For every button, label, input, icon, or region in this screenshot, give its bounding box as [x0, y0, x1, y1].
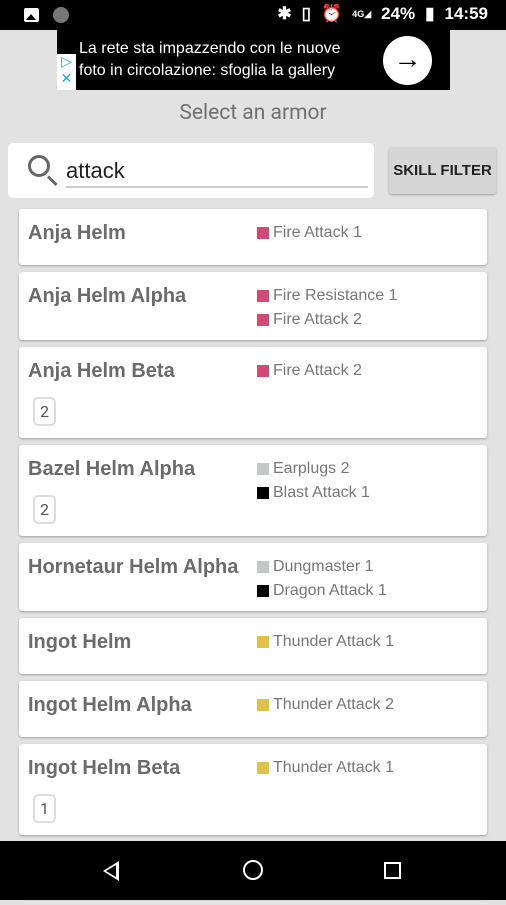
- skill-label: Blast Attack 1: [273, 484, 370, 501]
- search-box: [8, 143, 374, 198]
- skill-label: Thunder Attack 2: [273, 696, 394, 713]
- skill-color-swatch: [257, 487, 269, 499]
- skill-list: Fire Attack 2: [257, 359, 362, 383]
- recents-icon[interactable]: [384, 862, 401, 879]
- page-title: Select an armor: [179, 101, 327, 125]
- ad-text-line1: La rete sta impazzendo con le nuove: [79, 40, 341, 57]
- skill-color-swatch: [257, 463, 269, 475]
- search-input[interactable]: [66, 155, 368, 188]
- skill-label: Fire Resistance 1: [273, 287, 398, 304]
- skill-filter-button[interactable]: SKILL FILTER: [389, 147, 496, 194]
- skill-color-swatch: [257, 290, 269, 302]
- skill-item: Thunder Attack 1: [257, 756, 394, 780]
- skill-item: Dragon Attack 1: [257, 579, 387, 603]
- ad-text-line2: foto in circolazione: sfoglia la gallery: [79, 62, 336, 79]
- armor-name: Ingot Helm Beta: [28, 757, 181, 779]
- clock: 14:59: [444, 4, 488, 23]
- skill-item: Earplugs 2: [257, 457, 370, 481]
- armor-card[interactable]: Ingot Helm Alpha Thunder Attack 2: [19, 681, 487, 737]
- skill-label: Dragon Attack 1: [273, 582, 387, 599]
- skill-label: Earplugs 2: [273, 460, 350, 477]
- search-icon: [28, 155, 50, 177]
- skill-list: Thunder Attack 1: [257, 756, 394, 780]
- skill-label: Fire Attack 2: [273, 362, 362, 379]
- armor-card[interactable]: Anja Helm Alpha Fire Resistance 1 Fire Att…: [19, 272, 487, 340]
- skill-item: Dungmaster 1: [257, 555, 387, 579]
- armor-card[interactable]: Ingot Helm Thunder Attack 1: [19, 618, 487, 674]
- battery-percent: 24%: [381, 4, 416, 23]
- battery-icon: ▮: [425, 4, 435, 23]
- armor-name: Anja Helm Beta: [28, 360, 175, 382]
- skill-list: Thunder Attack 1: [257, 630, 394, 654]
- armor-name: Hornetaur Helm Alpha: [28, 556, 239, 578]
- skill-item: Fire Attack 2: [257, 359, 362, 383]
- app-notification-icon: [53, 7, 69, 23]
- armor-card[interactable]: Ingot Helm Beta Thunder Attack 1 1: [19, 744, 487, 835]
- skill-item: Blast Attack 1: [257, 481, 370, 505]
- alarm-icon: ⏰: [321, 4, 343, 23]
- back-icon[interactable]: [103, 861, 119, 881]
- signal-icon: 4G◢: [352, 8, 372, 19]
- armor-name: Ingot Helm: [28, 631, 132, 653]
- slot-badge: 1: [33, 794, 56, 823]
- network-type: 4G: [352, 8, 365, 19]
- bluetooth-icon: ✱: [277, 4, 292, 23]
- skill-color-swatch: [257, 762, 269, 774]
- adchoices-icon[interactable]: ▷ ✕: [57, 54, 76, 90]
- armor-card[interactable]: Anja Helm Fire Attack 1: [19, 209, 487, 265]
- skill-label: Thunder Attack 1: [273, 759, 394, 776]
- armor-card[interactable]: Anja Helm Beta Fire Attack 2 2: [19, 347, 487, 438]
- skill-list: Dungmaster 1 Dragon Attack 1: [257, 555, 387, 603]
- skill-list: Fire Attack 1: [257, 221, 362, 245]
- skill-label: Fire Attack 2: [273, 311, 362, 328]
- skill-color-swatch: [257, 227, 269, 239]
- skill-list: Earplugs 2 Blast Attack 1: [257, 457, 370, 505]
- arrow-right-icon[interactable]: →: [383, 36, 432, 85]
- armor-name: Anja Helm: [28, 222, 126, 244]
- skill-label: Fire Attack 1: [273, 224, 362, 241]
- skill-item: Thunder Attack 2: [257, 693, 394, 717]
- navigation-bar: [0, 841, 506, 900]
- armor-name: Ingot Helm Alpha: [28, 694, 192, 716]
- skill-color-swatch: [257, 314, 269, 326]
- armor-name: Anja Helm Alpha: [28, 285, 187, 307]
- slot-badge: 2: [33, 397, 56, 426]
- skill-item: Thunder Attack 1: [257, 630, 394, 654]
- armor-card[interactable]: Bazel Helm Alpha Earplugs 2 Blast Attack 1…: [19, 445, 487, 536]
- skill-item: Fire Attack 1: [257, 221, 362, 245]
- skill-color-swatch: [257, 699, 269, 711]
- armor-card[interactable]: Hornetaur Helm Alpha Dungmaster 1 Dragon A…: [19, 543, 487, 611]
- skill-item: Fire Attack 2: [257, 308, 398, 332]
- skill-list: Thunder Attack 2: [257, 693, 394, 717]
- skill-label: Dungmaster 1: [273, 558, 374, 575]
- slot-badge: 2: [33, 495, 56, 524]
- skill-color-swatch: [257, 365, 269, 377]
- status-bar: ✱ ▯ ⏰ 4G◢ 24% ▮ 14:59: [0, 0, 506, 30]
- home-icon[interactable]: [243, 860, 263, 880]
- ad-banner[interactable]: ▷ ✕ La rete sta impazzendo con le nuove fo…: [57, 30, 450, 90]
- skill-color-swatch: [257, 585, 269, 597]
- armor-list[interactable]: Anja Helm Fire Attack 1 Anja Helm Alpha Fir…: [19, 209, 487, 905]
- image-notification-icon: [24, 8, 39, 22]
- skill-item: Fire Resistance 1: [257, 284, 398, 308]
- skill-label: Thunder Attack 1: [273, 633, 394, 650]
- skill-list: Fire Resistance 1 Fire Attack 2: [257, 284, 398, 332]
- vibrate-icon: ▯: [301, 4, 312, 23]
- armor-name: Bazel Helm Alpha: [28, 458, 196, 480]
- skill-color-swatch: [257, 561, 269, 573]
- skill-color-swatch: [257, 636, 269, 648]
